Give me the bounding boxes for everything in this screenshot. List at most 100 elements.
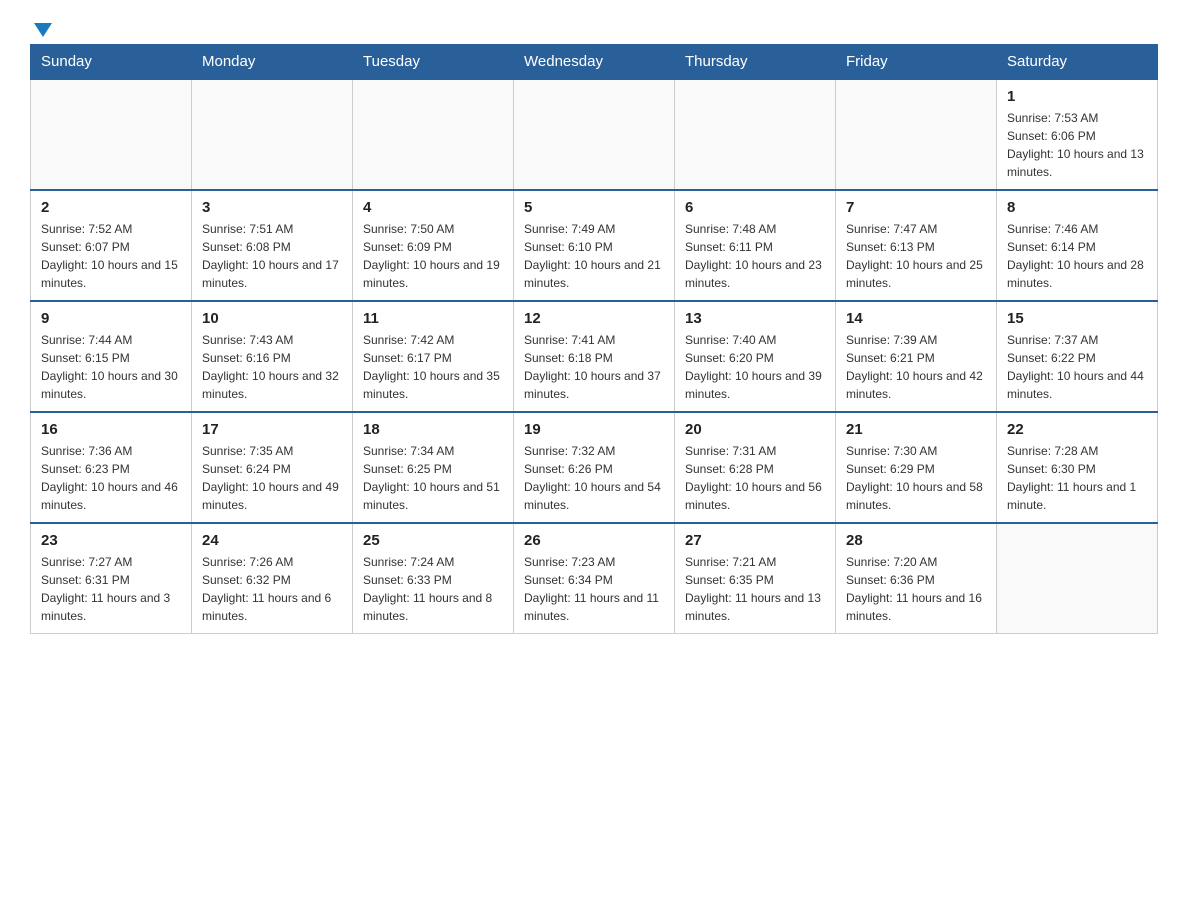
calendar-cell [514,79,675,190]
day-number: 3 [202,199,342,216]
day-number: 28 [846,532,986,549]
calendar-header-row: SundayMondayTuesdayWednesdayThursdayFrid… [31,45,1158,80]
day-number: 14 [846,310,986,327]
calendar-cell: 3 Sunrise: 7:51 AM Sunset: 6:08 PM Daylig… [192,190,353,301]
calendar-cell: 1 Sunrise: 7:53 AM Sunset: 6:06 PM Daylig… [997,79,1158,190]
calendar-cell [31,79,192,190]
day-number: 12 [524,310,664,327]
calendar-cell: 21 Sunrise: 7:30 AM Sunset: 6:29 PM Dayli… [836,412,997,523]
calendar-cell: 10 Sunrise: 7:43 AM Sunset: 6:16 PM Dayli… [192,301,353,412]
day-info: Sunrise: 7:21 AM Sunset: 6:35 PM Dayligh… [685,553,825,625]
day-number: 20 [685,421,825,438]
day-info: Sunrise: 7:27 AM Sunset: 6:31 PM Dayligh… [41,553,181,625]
calendar-cell: 26 Sunrise: 7:23 AM Sunset: 6:34 PM Dayli… [514,523,675,634]
day-info: Sunrise: 7:37 AM Sunset: 6:22 PM Dayligh… [1007,331,1147,403]
calendar-cell: 13 Sunrise: 7:40 AM Sunset: 6:20 PM Dayli… [675,301,836,412]
calendar-cell: 2 Sunrise: 7:52 AM Sunset: 6:07 PM Daylig… [31,190,192,301]
calendar-cell: 20 Sunrise: 7:31 AM Sunset: 6:28 PM Dayli… [675,412,836,523]
calendar-week-4: 16 Sunrise: 7:36 AM Sunset: 6:23 PM Dayli… [31,412,1158,523]
calendar-cell: 17 Sunrise: 7:35 AM Sunset: 6:24 PM Dayli… [192,412,353,523]
calendar-cell [192,79,353,190]
day-number: 6 [685,199,825,216]
weekday-header-sunday: Sunday [31,45,192,80]
calendar-cell: 4Sunrise: 7:50 AM Sunset: 6:09 PM Daylig… [353,190,514,301]
day-number: 1 [1007,88,1147,105]
calendar-week-5: 23 Sunrise: 7:27 AM Sunset: 6:31 PM Dayli… [31,523,1158,634]
day-number: 13 [685,310,825,327]
calendar-cell: 24 Sunrise: 7:26 AM Sunset: 6:32 PM Dayli… [192,523,353,634]
day-info: Sunrise: 7:52 AM Sunset: 6:07 PM Dayligh… [41,220,181,292]
day-number: 19 [524,421,664,438]
day-info: Sunrise: 7:44 AM Sunset: 6:15 PM Dayligh… [41,331,181,403]
calendar-cell: 25 Sunrise: 7:24 AM Sunset: 6:33 PM Dayli… [353,523,514,634]
day-info: Sunrise: 7:48 AM Sunset: 6:11 PM Dayligh… [685,220,825,292]
day-number: 21 [846,421,986,438]
calendar-week-1: 1 Sunrise: 7:53 AM Sunset: 6:06 PM Daylig… [31,79,1158,190]
calendar-cell: 23 Sunrise: 7:27 AM Sunset: 6:31 PM Dayli… [31,523,192,634]
day-info: Sunrise: 7:50 AM Sunset: 6:09 PM Dayligh… [363,220,503,292]
calendar-cell [353,79,514,190]
calendar-cell: 9 Sunrise: 7:44 AM Sunset: 6:15 PM Daylig… [31,301,192,412]
day-number: 25 [363,532,503,549]
calendar-cell: 19 Sunrise: 7:32 AM Sunset: 6:26 PM Dayli… [514,412,675,523]
day-number: 18 [363,421,503,438]
calendar-week-3: 9 Sunrise: 7:44 AM Sunset: 6:15 PM Daylig… [31,301,1158,412]
calendar-cell [836,79,997,190]
day-info: Sunrise: 7:32 AM Sunset: 6:26 PM Dayligh… [524,442,664,514]
weekday-header-monday: Monday [192,45,353,80]
day-info: Sunrise: 7:24 AM Sunset: 6:33 PM Dayligh… [363,553,503,625]
day-number: 17 [202,421,342,438]
day-number: 22 [1007,421,1147,438]
day-number: 2 [41,199,181,216]
calendar-cell: 15 Sunrise: 7:37 AM Sunset: 6:22 PM Dayli… [997,301,1158,412]
calendar-cell: 16 Sunrise: 7:36 AM Sunset: 6:23 PM Dayli… [31,412,192,523]
day-info: Sunrise: 7:35 AM Sunset: 6:24 PM Dayligh… [202,442,342,514]
logo-triangle-icon [34,23,52,37]
calendar-cell: 28Sunrise: 7:20 AM Sunset: 6:36 PM Dayli… [836,523,997,634]
day-info: Sunrise: 7:34 AM Sunset: 6:25 PM Dayligh… [363,442,503,514]
calendar-cell: 8 Sunrise: 7:46 AM Sunset: 6:14 PM Daylig… [997,190,1158,301]
logo [30,20,52,34]
day-number: 23 [41,532,181,549]
day-number: 9 [41,310,181,327]
day-number: 11 [363,310,503,327]
day-number: 15 [1007,310,1147,327]
day-info: Sunrise: 7:28 AM Sunset: 6:30 PM Dayligh… [1007,442,1147,514]
page-header [30,20,1158,34]
day-number: 26 [524,532,664,549]
day-info: Sunrise: 7:26 AM Sunset: 6:32 PM Dayligh… [202,553,342,625]
day-number: 24 [202,532,342,549]
calendar-table: SundayMondayTuesdayWednesdayThursdayFrid… [30,44,1158,634]
day-info: Sunrise: 7:46 AM Sunset: 6:14 PM Dayligh… [1007,220,1147,292]
day-info: Sunrise: 7:43 AM Sunset: 6:16 PM Dayligh… [202,331,342,403]
day-number: 8 [1007,199,1147,216]
day-number: 27 [685,532,825,549]
day-info: Sunrise: 7:42 AM Sunset: 6:17 PM Dayligh… [363,331,503,403]
day-info: Sunrise: 7:31 AM Sunset: 6:28 PM Dayligh… [685,442,825,514]
day-info: Sunrise: 7:30 AM Sunset: 6:29 PM Dayligh… [846,442,986,514]
day-info: Sunrise: 7:39 AM Sunset: 6:21 PM Dayligh… [846,331,986,403]
day-info: Sunrise: 7:53 AM Sunset: 6:06 PM Dayligh… [1007,109,1147,181]
calendar-cell: 14 Sunrise: 7:39 AM Sunset: 6:21 PM Dayli… [836,301,997,412]
day-info: Sunrise: 7:41 AM Sunset: 6:18 PM Dayligh… [524,331,664,403]
weekday-header-saturday: Saturday [997,45,1158,80]
day-info: Sunrise: 7:49 AM Sunset: 6:10 PM Dayligh… [524,220,664,292]
calendar-cell: 7 Sunrise: 7:47 AM Sunset: 6:13 PM Daylig… [836,190,997,301]
day-number: 10 [202,310,342,327]
calendar-cell: 22 Sunrise: 7:28 AM Sunset: 6:30 PM Dayli… [997,412,1158,523]
calendar-cell [997,523,1158,634]
weekday-header-tuesday: Tuesday [353,45,514,80]
day-info: Sunrise: 7:47 AM Sunset: 6:13 PM Dayligh… [846,220,986,292]
day-number: 16 [41,421,181,438]
weekday-header-thursday: Thursday [675,45,836,80]
calendar-cell [675,79,836,190]
day-info: Sunrise: 7:23 AM Sunset: 6:34 PM Dayligh… [524,553,664,625]
calendar-cell: 5 Sunrise: 7:49 AM Sunset: 6:10 PM Daylig… [514,190,675,301]
day-info: Sunrise: 7:36 AM Sunset: 6:23 PM Dayligh… [41,442,181,514]
day-number: 7 [846,199,986,216]
calendar-cell: 18 Sunrise: 7:34 AM Sunset: 6:25 PM Dayli… [353,412,514,523]
day-info: Sunrise: 7:40 AM Sunset: 6:20 PM Dayligh… [685,331,825,403]
day-number: 5 [524,199,664,216]
day-info: Sunrise: 7:51 AM Sunset: 6:08 PM Dayligh… [202,220,342,292]
weekday-header-friday: Friday [836,45,997,80]
